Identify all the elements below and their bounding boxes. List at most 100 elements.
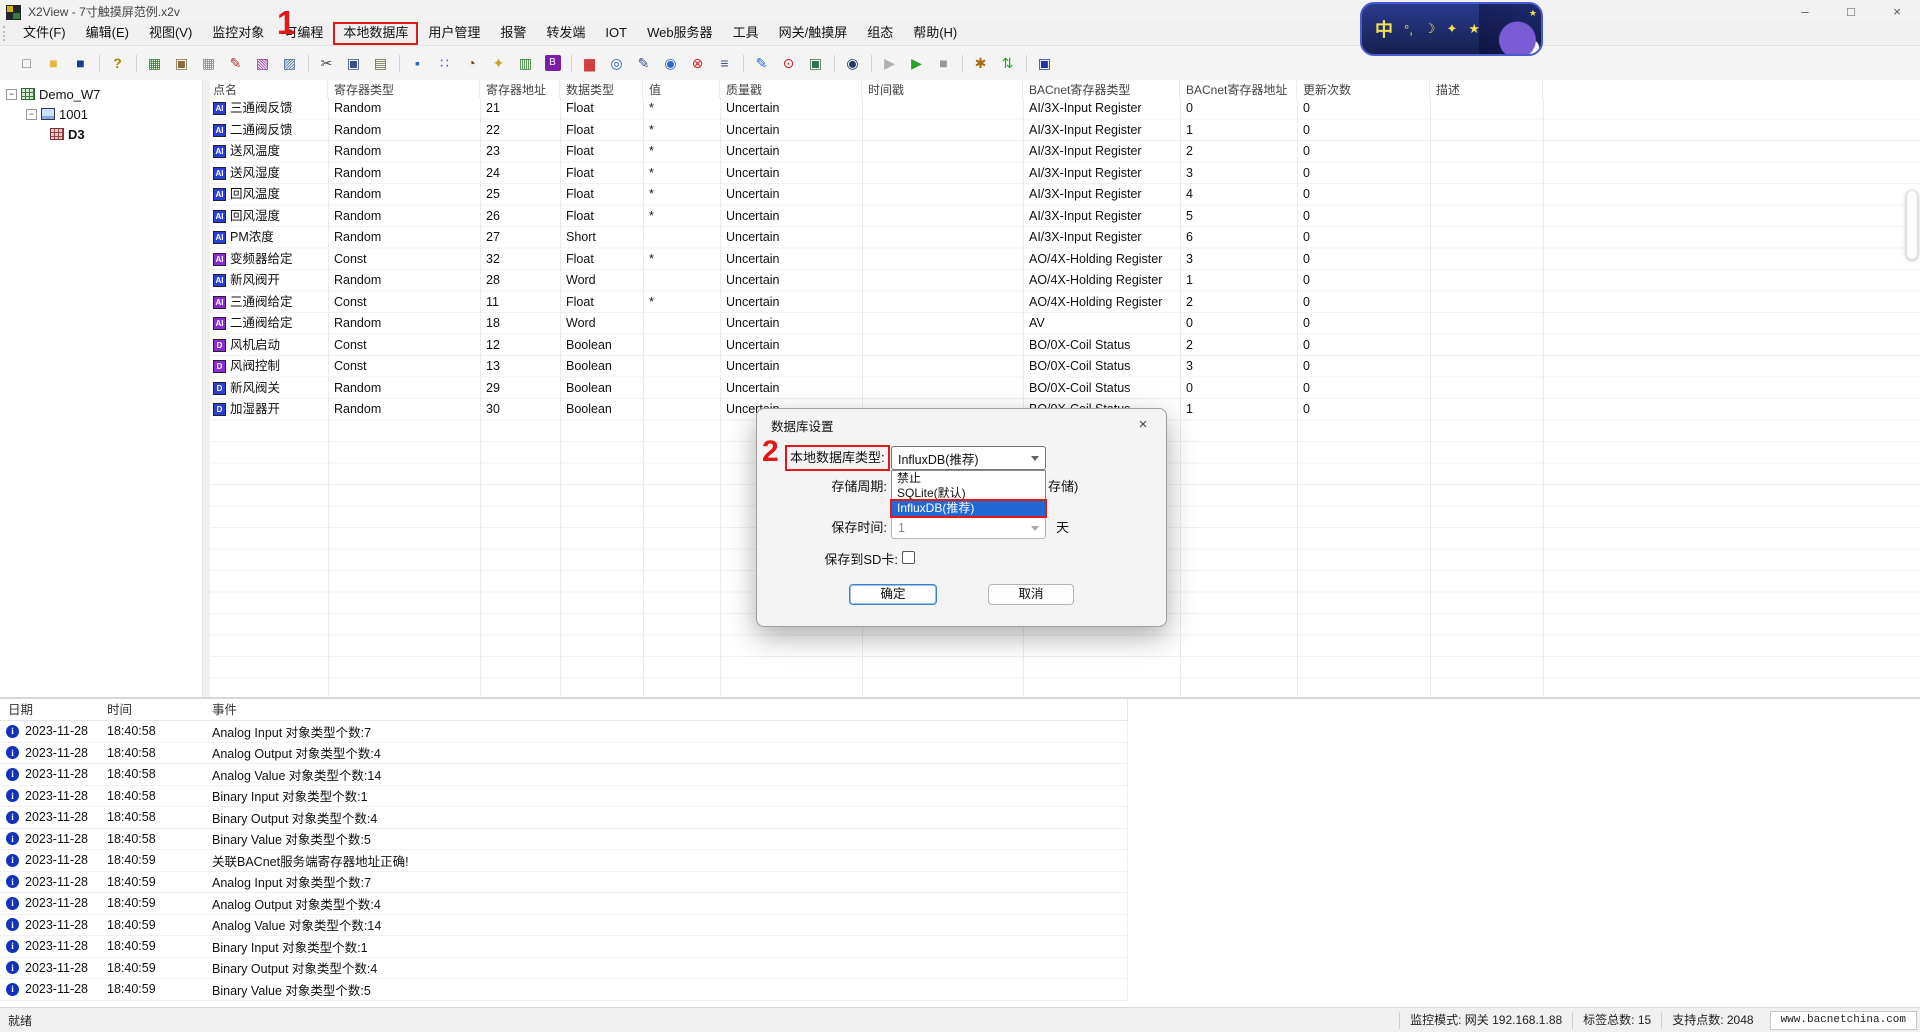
- run-icon[interactable]: ▶: [904, 51, 929, 76]
- log-column-event[interactable]: 事件: [212, 699, 1112, 720]
- menu-item-user-management[interactable]: 用户管理: [418, 22, 490, 45]
- column-header-value[interactable]: 值: [643, 80, 720, 98]
- table-row[interactable]: AI新风阀开 Random 28 Word Uncertain AO/4X-Ho…: [210, 270, 1920, 292]
- vertical-scrollbar-thumb[interactable]: [1906, 190, 1918, 260]
- log-row[interactable]: i2023-11-28 18:40:59 Analog Input 对象类型个数…: [0, 872, 1128, 894]
- log-row[interactable]: i2023-11-28 18:40:58 Analog Output 对象类型个…: [0, 743, 1128, 765]
- chart-icon[interactable]: ▆: [577, 51, 602, 76]
- dialog-close-button[interactable]: ×: [1132, 414, 1154, 434]
- save-icon[interactable]: ■: [68, 51, 93, 76]
- db-type-dropdown[interactable]: InfluxDB(推荐): [891, 446, 1046, 470]
- column-header-timestamp[interactable]: 时间戳: [862, 80, 1023, 98]
- table-row[interactable]: AI三通阀给定 Const 11 Float * Uncertain AO/4X…: [210, 292, 1920, 314]
- table-row[interactable]: D风阀控制 Const 13 Boolean Uncertain BO/0X-C…: [210, 356, 1920, 378]
- table-row[interactable]: AI二通阀反馈 Random 22 Float * Uncertain AI/3…: [210, 120, 1920, 142]
- collapse-icon[interactable]: −: [6, 89, 17, 100]
- menu-item-iot[interactable]: IOT: [595, 22, 637, 45]
- new-file-icon[interactable]: □: [14, 51, 39, 76]
- column-header-bacnet-type[interactable]: BACnet寄存器类型: [1023, 80, 1180, 98]
- preview-screen-icon[interactable]: ◎: [604, 51, 629, 76]
- column-header-register-address[interactable]: 寄存器地址: [480, 80, 560, 98]
- address-list-icon[interactable]: ∷: [432, 51, 457, 76]
- layers-icon[interactable]: ≡: [712, 51, 737, 76]
- table-row[interactable]: D风机启动 Const 12 Boolean Uncertain BO/0X-C…: [210, 335, 1920, 357]
- pointer-grid-icon[interactable]: ▨: [277, 51, 302, 76]
- open-file-icon[interactable]: ■: [41, 51, 66, 76]
- draw-pen-icon[interactable]: ✎: [223, 51, 248, 76]
- ok-button[interactable]: 确定: [849, 584, 937, 605]
- copy-screen-icon[interactable]: ▣: [803, 51, 828, 76]
- restore-button[interactable]: □: [1828, 0, 1874, 22]
- log-row[interactable]: i2023-11-28 18:40:58 Analog Value 对象类型个数…: [0, 764, 1128, 786]
- ime-punctuation-icon[interactable]: °,: [1404, 22, 1413, 37]
- grid-view-icon[interactable]: ▦: [196, 51, 221, 76]
- ime-star-icon[interactable]: ★: [1468, 21, 1480, 37]
- palette-icon[interactable]: ▧: [250, 51, 275, 76]
- web-globe-icon[interactable]: ◉: [658, 51, 683, 76]
- run-disabled-icon[interactable]: ▶: [877, 51, 902, 76]
- tree-item-1001[interactable]: − 1001: [0, 104, 202, 124]
- log-column-time[interactable]: 时间: [107, 699, 212, 720]
- tag-manager-icon[interactable]: ▪: [405, 51, 430, 76]
- option-influxdb[interactable]: InfluxDB(推荐): [892, 501, 1045, 516]
- table-row[interactable]: AI变频器给定 Const 32 Float * Uncertain AO/4X…: [210, 249, 1920, 271]
- column-header-tag-name[interactable]: 点名: [210, 80, 328, 98]
- stop-icon[interactable]: ■: [931, 51, 956, 76]
- column-header-description[interactable]: 描述: [1430, 80, 1543, 98]
- alarm-clock-icon[interactable]: ⊗: [685, 51, 710, 76]
- menu-item-local-database[interactable]: 本地数据库: [333, 22, 418, 45]
- column-header-quality[interactable]: 质量戳: [720, 80, 862, 98]
- add-screen-icon[interactable]: ▣: [169, 51, 194, 76]
- eye-icon[interactable]: ◉: [840, 51, 865, 76]
- timer-icon[interactable]: ◔: [459, 51, 484, 76]
- log-row[interactable]: i2023-11-28 18:40:59 Binary Output 对象类型个…: [0, 958, 1128, 980]
- log-column-date[interactable]: 日期: [0, 699, 107, 720]
- cut-icon[interactable]: ✂: [314, 51, 339, 76]
- column-header-bacnet-address[interactable]: BACnet寄存器地址: [1180, 80, 1297, 98]
- ime-skin-icon[interactable]: ✦: [1446, 21, 1457, 37]
- table-row[interactable]: AI送风湿度 Random 24 Float * Uncertain AI/3X…: [210, 163, 1920, 185]
- data-table-icon[interactable]: ▥: [513, 51, 538, 76]
- minimize-button[interactable]: –: [1782, 0, 1828, 22]
- menu-item-file[interactable]: 文件(F): [13, 22, 76, 45]
- log-row[interactable]: i2023-11-28 18:40:58 Binary Input 对象类型个数…: [0, 786, 1128, 808]
- option-disable[interactable]: 禁止: [892, 471, 1045, 486]
- log-row[interactable]: i2023-11-28 18:40:58 Binary Value 对象类型个数…: [0, 829, 1128, 851]
- column-header-register-type[interactable]: 寄存器类型: [328, 80, 480, 98]
- tree-item-d3[interactable]: D3: [0, 124, 202, 144]
- log-row[interactable]: i2023-11-28 18:40:59 Binary Value 对象类型个数…: [0, 979, 1128, 1001]
- table-row[interactable]: AI回风湿度 Random 26 Float * Uncertain AI/3X…: [210, 206, 1920, 228]
- collapse-icon[interactable]: −: [26, 109, 37, 120]
- table-row[interactable]: AIPM浓度 Random 27 Short Uncertain AI/3X-I…: [210, 227, 1920, 249]
- debug-tools-icon[interactable]: ✱: [968, 51, 993, 76]
- table-row[interactable]: AI送风温度 Random 23 Float * Uncertain AI/3X…: [210, 141, 1920, 163]
- help-icon[interactable]: ?: [105, 51, 130, 76]
- menu-item-forwarder[interactable]: 转发端: [536, 22, 595, 45]
- menu-item-gateway-touchscreen[interactable]: 网关/触摸屏: [769, 22, 858, 45]
- table-row[interactable]: AI回风温度 Random 25 Float * Uncertain AI/3X…: [210, 184, 1920, 206]
- monitor-grid-icon[interactable]: ▦: [142, 51, 167, 76]
- log-row[interactable]: i2023-11-28 18:40:59 Analog Value 对象类型个数…: [0, 915, 1128, 937]
- table-row[interactable]: AI二通阀给定 Random 18 Word Uncertain AV 0 0: [210, 313, 1920, 335]
- menu-item-help[interactable]: 帮助(H): [903, 22, 967, 45]
- column-header-data-type[interactable]: 数据类型: [560, 80, 643, 98]
- key-tools-icon[interactable]: ✦: [486, 51, 511, 76]
- save-to-sd-checkbox[interactable]: [902, 551, 915, 564]
- menu-item-monitor-objects[interactable]: 监控对象: [202, 22, 274, 45]
- table-row[interactable]: D新风阀关 Random 29 Boolean Uncertain BO/0X-…: [210, 378, 1920, 400]
- close-button[interactable]: ×: [1874, 0, 1920, 22]
- upload-download-icon[interactable]: ⇅: [995, 51, 1020, 76]
- log-row[interactable]: i2023-11-28 18:40:59 Binary Input 对象类型个数…: [0, 936, 1128, 958]
- log-row[interactable]: i2023-11-28 18:40:58 Analog Input 对象类型个数…: [0, 721, 1128, 743]
- script-edit-icon[interactable]: ✎: [631, 51, 656, 76]
- paste-icon[interactable]: ▤: [368, 51, 393, 76]
- table-row[interactable]: AI三通阀反馈 Random 21 Float * Uncertain AI/3…: [210, 98, 1920, 120]
- log-row[interactable]: i2023-11-28 18:40:59 关联BACnet服务端寄存器地址正确!: [0, 850, 1128, 872]
- column-header-update-count[interactable]: 更新次数: [1297, 80, 1430, 98]
- menu-item-tools[interactable]: 工具: [723, 22, 769, 45]
- database-b-icon[interactable]: B: [540, 51, 565, 76]
- save-time-dropdown[interactable]: 1: [891, 517, 1046, 539]
- globe-pen-icon[interactable]: ✎: [749, 51, 774, 76]
- bacnet-b-icon[interactable]: ▣: [1032, 51, 1057, 76]
- menu-item-alarm[interactable]: 报警: [490, 22, 536, 45]
